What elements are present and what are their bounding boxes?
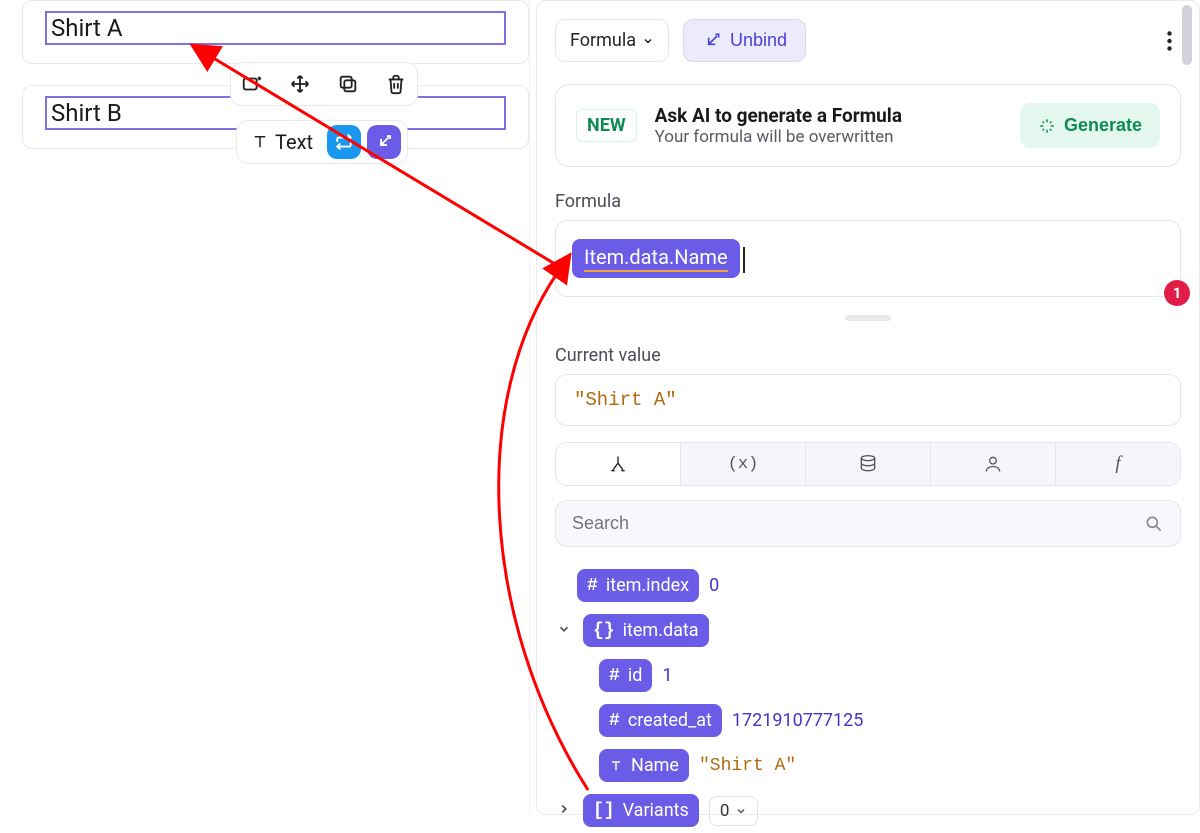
- tree-chip-name[interactable]: Name: [599, 749, 689, 782]
- sparkle-icon: [1038, 117, 1056, 135]
- current-value-label: Current value: [555, 345, 1181, 366]
- ai-title: Ask AI to generate a Formula: [655, 104, 902, 127]
- delete-icon[interactable]: [379, 67, 413, 101]
- formula-chip-prefix: Item.data.: [584, 245, 674, 272]
- repeat-pill[interactable]: [327, 125, 361, 159]
- generate-button[interactable]: Generate: [1020, 103, 1160, 148]
- tab-functions[interactable]: f: [1056, 443, 1180, 485]
- new-badge: NEW: [576, 109, 637, 142]
- text-icon: [609, 759, 623, 773]
- tree-value-id: 1: [662, 665, 672, 686]
- side-panel: Formula Unbind NEW Ask AI to generate a …: [536, 0, 1200, 815]
- tree-chip-id[interactable]: #id: [599, 659, 652, 692]
- unbind-icon: [702, 31, 722, 51]
- search-input[interactable]: [572, 513, 1144, 534]
- tree-caret-variants[interactable]: [555, 800, 573, 821]
- unbind-label: Unbind: [730, 30, 787, 51]
- tree-value-variants[interactable]: 0: [709, 796, 759, 826]
- panel-menu-button[interactable]: [1157, 29, 1181, 53]
- add-component-icon[interactable]: [235, 67, 269, 101]
- tree-chip-item-data[interactable]: {}item.data: [583, 614, 709, 647]
- editor-caret: [743, 247, 745, 273]
- search-box[interactable]: [555, 500, 1181, 547]
- text-type-tag[interactable]: Text: [243, 126, 321, 158]
- formula-section-label: Formula: [555, 191, 1181, 212]
- data-tabs: (x) f: [555, 442, 1181, 486]
- tab-database[interactable]: [806, 443, 931, 485]
- context-icon: [608, 454, 628, 474]
- chevron-down-icon: [642, 35, 654, 47]
- tree-value-name: "Shirt A": [699, 756, 796, 776]
- data-tree: #item.index 0 {}item.data #id 1 #created…: [555, 563, 1181, 833]
- formula-editor[interactable]: Item.data.Name 1: [555, 220, 1181, 297]
- resize-grip[interactable]: [845, 315, 891, 321]
- element-tag-row: Text: [236, 120, 408, 164]
- generate-label: Generate: [1064, 115, 1142, 136]
- binding-type-select[interactable]: Formula: [555, 19, 669, 62]
- tree-value-item-index: 0: [709, 575, 719, 596]
- canvas-item-0[interactable]: Shirt A: [22, 0, 529, 64]
- panel-scrollbar[interactable]: [1179, 5, 1195, 810]
- canvas-item-text[interactable]: Shirt A: [45, 11, 506, 45]
- tab-variables[interactable]: (x): [681, 443, 806, 485]
- ai-subtitle: Your formula will be overwritten: [655, 127, 902, 147]
- tree-value-created-at: 1721910777125: [732, 710, 864, 731]
- move-icon[interactable]: [283, 67, 317, 101]
- element-toolbar: [230, 62, 422, 106]
- tree-chip-item-index[interactable]: #item.index: [577, 569, 699, 602]
- function-icon: f: [1115, 453, 1120, 475]
- variable-icon: (x): [728, 455, 759, 474]
- formula-chip-name: Name: [674, 245, 727, 272]
- user-icon: [983, 454, 1003, 474]
- binding-pill[interactable]: [367, 125, 401, 159]
- current-value: "Shirt A": [555, 374, 1181, 426]
- formula-chip[interactable]: Item.data.Name: [572, 239, 740, 278]
- database-icon: [858, 454, 878, 474]
- tree-chip-created-at[interactable]: #created_at: [599, 704, 722, 737]
- tab-context[interactable]: [556, 443, 681, 485]
- unbind-button[interactable]: Unbind: [683, 19, 806, 62]
- ai-generate-box: NEW Ask AI to generate a Formula Your fo…: [555, 84, 1181, 167]
- tree-chip-variants[interactable]: []Variants: [583, 794, 699, 827]
- kebab-icon: [1167, 31, 1172, 51]
- search-icon: [1144, 514, 1164, 534]
- text-type-tag-label: Text: [275, 130, 313, 154]
- binding-type-label: Formula: [570, 30, 636, 51]
- duplicate-icon[interactable]: [331, 67, 365, 101]
- tree-caret-item-data[interactable]: [555, 620, 573, 641]
- editor-canvas: Shirt A Shirt B Text: [0, 0, 530, 815]
- tab-user[interactable]: [931, 443, 1056, 485]
